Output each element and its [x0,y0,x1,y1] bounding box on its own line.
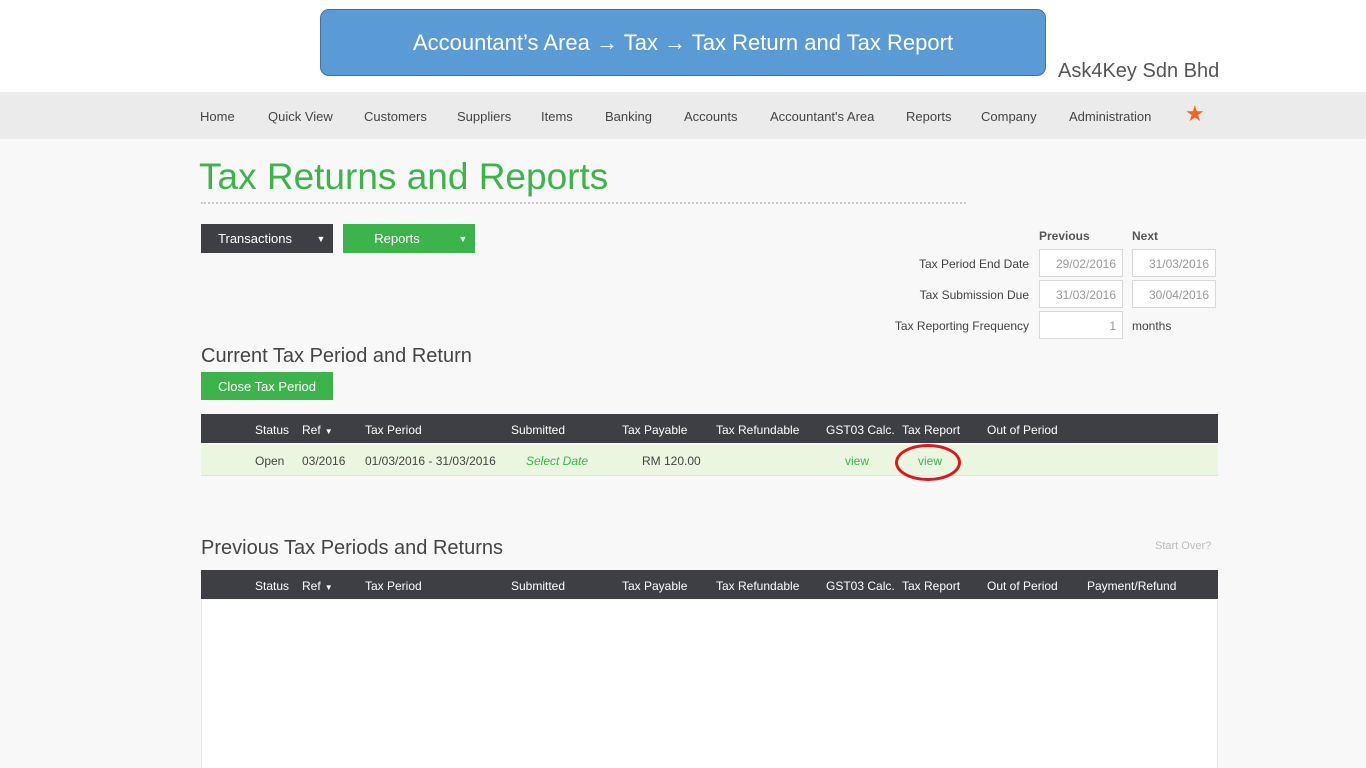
nav-administration[interactable]: Administration [1069,109,1151,124]
next-header: Next [1132,229,1159,243]
sort-down-icon: ▼ [324,583,333,592]
sort-down-icon: ▼ [324,427,333,436]
previous-table-header: Status Ref ▼ Tax Period Submitted Tax Pay… [201,570,1218,599]
previous-header: Previous [1039,229,1090,243]
nav-quick-view[interactable]: Quick View [268,109,333,124]
col-tax-refundable: Tax Refundable [716,423,800,437]
nav-customers[interactable]: Customers [364,109,427,124]
col-tax-report: Tax Report [902,423,961,437]
submission-due-previous-field: 31/03/2016 [1039,280,1123,308]
current-section-heading: Current Tax Period and Return [201,345,472,367]
gst03-view-link[interactable]: view [845,454,869,468]
transactions-label: Transactions [218,231,292,246]
col-payment-refund: Payment/Refund [1087,579,1177,593]
end-date-previous-field: 29/02/2016 [1039,249,1123,277]
col-ref[interactable]: Ref ▼ [302,423,333,437]
nav-items[interactable]: Items [541,109,573,124]
col-submitted: Submitted [511,579,566,593]
col-status: Status [255,579,290,593]
submission-due-label: Tax Submission Due [919,288,1029,302]
col-ref[interactable]: Ref ▼ [302,579,333,593]
col-ref-label: Ref [302,423,321,437]
col-tax-period: Tax Period [365,423,422,437]
nav-accounts[interactable]: Accounts [684,109,737,124]
nav-reports[interactable]: Reports [906,109,952,124]
col-tax-report: Tax Report [902,579,961,593]
title-divider [201,202,966,204]
end-date-next-field: 31/03/2016 [1132,249,1216,277]
nav-company[interactable]: Company [981,109,1037,124]
start-over-link[interactable]: Start Over? [1155,540,1211,552]
col-out-of-period: Out of Period [987,423,1058,437]
company-name: Ask4Key Sdn Bhd [1058,60,1220,82]
chevron-down-icon: ▼ [316,233,326,244]
col-ref-label: Ref [302,579,321,593]
col-gst03: GST03 Calc. [826,423,895,437]
col-status: Status [255,423,290,437]
col-tax-refundable: Tax Refundable [716,579,800,593]
col-tax-payable: Tax Payable [622,579,688,593]
col-tax-period: Tax Period [365,579,422,593]
nav-home[interactable]: Home [200,109,235,124]
chevron-down-icon: ▼ [458,233,468,244]
frequency-label: Tax Reporting Frequency [894,319,1029,333]
highlight-circle [895,444,961,481]
page-title: Tax Returns and Reports [199,156,609,197]
transactions-dropdown[interactable]: Transactions ▼ [201,224,333,253]
frequency-input[interactable]: 1 [1039,311,1123,339]
reports-label: Reports [374,231,420,246]
star-icon[interactable]: ★ [1185,103,1205,125]
main-nav: Home Quick View Customers Suppliers Item… [0,92,1366,139]
nav-accountants-area[interactable]: Accountant's Area [770,109,874,124]
row-tax-payable: RM 120.00 [642,454,701,468]
row-status: Open [255,454,285,468]
nav-banking[interactable]: Banking [605,109,652,124]
row-period: 01/03/2016 - 31/03/2016 [365,454,496,468]
table-row: Open 03/2016 01/03/2016 - 31/03/2016 Sel… [201,445,1218,476]
row-ref: 03/2016 [302,454,346,468]
frequency-unit: months [1132,319,1172,333]
previous-section-heading: Previous Tax Periods and Returns [201,537,504,559]
submission-due-next-field: 30/04/2016 [1132,280,1216,308]
previous-table-body [201,600,1218,768]
current-table-header: Status Ref ▼ Tax Period Submitted Tax Pay… [201,414,1218,443]
col-submitted: Submitted [511,423,566,437]
select-date-link[interactable]: Select Date [526,454,588,468]
reports-dropdown[interactable]: Reports ▼ [343,224,475,253]
end-date-label: Tax Period End Date [918,257,1029,271]
col-tax-payable: Tax Payable [622,423,688,437]
nav-suppliers[interactable]: Suppliers [457,109,511,124]
col-gst03: GST03 Calc. [826,579,895,593]
col-out-of-period: Out of Period [987,579,1058,593]
close-tax-period-button[interactable]: Close Tax Period [201,372,333,400]
breadcrumb-banner: Accountant’s Area → Tax → Tax Return and… [320,9,1046,76]
banner-text: Accountant’s Area → Tax → Tax Return and… [412,29,954,55]
